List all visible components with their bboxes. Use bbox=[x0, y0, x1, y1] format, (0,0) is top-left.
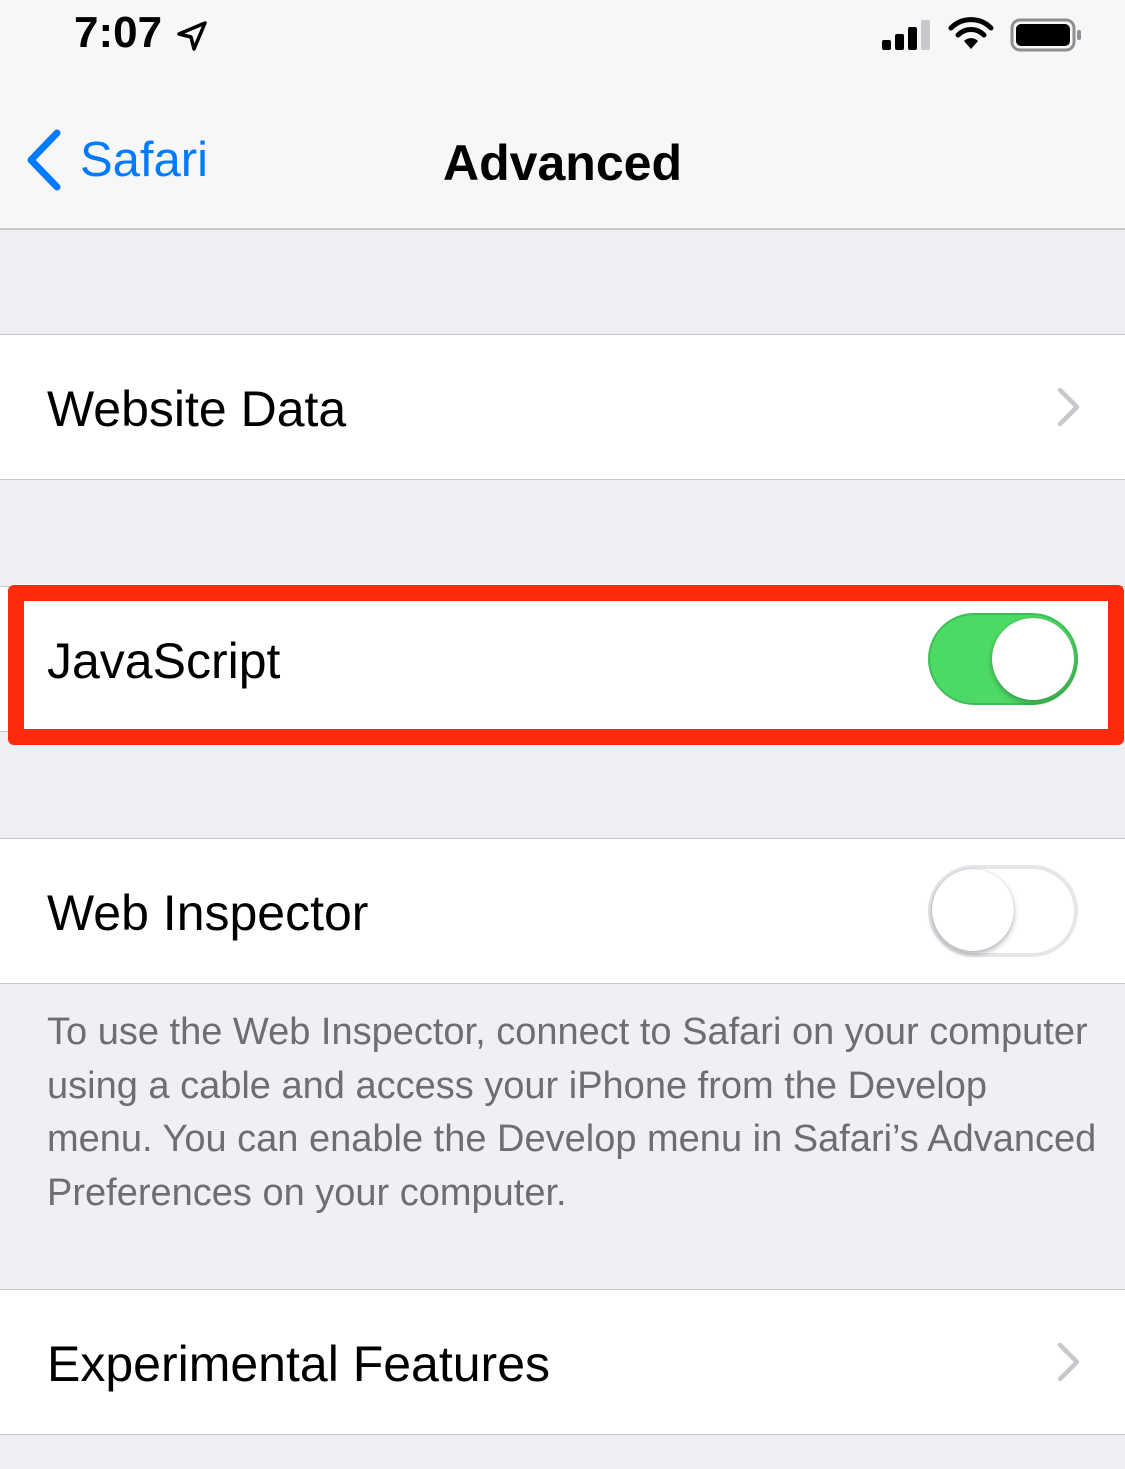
javascript-label: JavaScript bbox=[47, 633, 281, 689]
toggle-knob bbox=[932, 869, 1014, 951]
cellular-signal-icon bbox=[882, 20, 930, 50]
web-inspector-toggle[interactable] bbox=[928, 865, 1078, 957]
website-data-label: Website Data bbox=[47, 381, 347, 437]
location-arrow-icon bbox=[177, 21, 207, 51]
javascript-toggle[interactable] bbox=[928, 613, 1078, 705]
website-data-cell[interactable]: Website Data bbox=[0, 334, 1125, 480]
experimental-features-cell[interactable]: Experimental Features bbox=[0, 1289, 1125, 1435]
page-title: Advanced bbox=[443, 135, 682, 191]
chevron-right-icon bbox=[1057, 387, 1080, 427]
experimental-features-label: Experimental Features bbox=[47, 1336, 551, 1392]
status-time: 7:07 bbox=[74, 8, 163, 57]
javascript-cell: JavaScript bbox=[0, 586, 1125, 732]
web-inspector-cell: Web Inspector bbox=[0, 838, 1125, 984]
web-inspector-label: Web Inspector bbox=[47, 885, 369, 941]
navigation-bar: Safari Advanced bbox=[0, 90, 1125, 230]
web-inspector-footer: To use the Web Inspector, connect to Saf… bbox=[47, 1011, 1097, 1214]
chevron-right-icon bbox=[1057, 1342, 1080, 1382]
wifi-icon bbox=[948, 17, 994, 49]
status-bar: 7:07 bbox=[0, 0, 1125, 90]
battery-icon bbox=[1010, 18, 1081, 52]
toggle-knob bbox=[992, 618, 1074, 700]
